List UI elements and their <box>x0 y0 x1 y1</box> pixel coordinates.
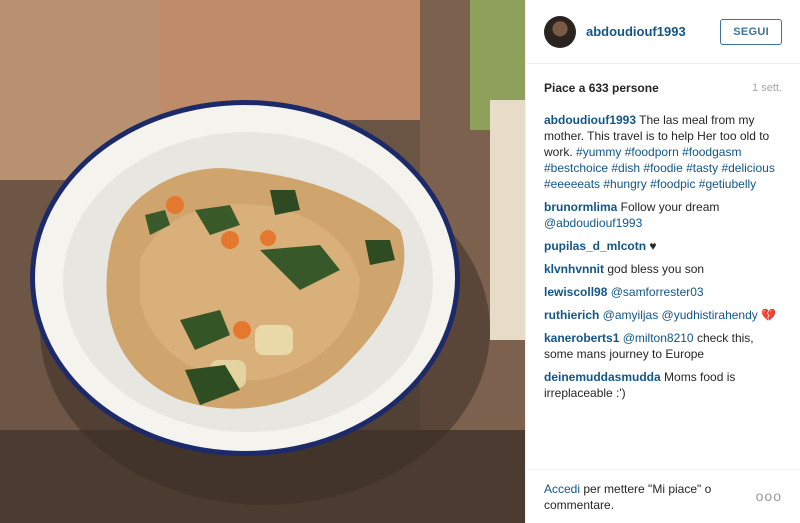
comment-username[interactable]: lewiscoll98 <box>544 285 607 299</box>
comment-mention[interactable]: @milton8210 <box>619 331 694 345</box>
comment-item: lewiscoll98 @samforrester03 <box>544 284 782 300</box>
comment-item: deinemuddasmudda Moms food is irreplacea… <box>544 369 782 401</box>
user-avatar[interactable] <box>544 15 576 48</box>
comment-username[interactable]: ruthierich <box>544 308 599 322</box>
comment-mention[interactable]: @samforrester03 <box>607 285 704 299</box>
comment-item: kaneroberts1 @milton8210 check this, som… <box>544 330 782 362</box>
post-meta: Piace a 633 persone 1 sett. <box>526 64 800 112</box>
more-options-icon[interactable]: ooo <box>756 488 782 504</box>
comments-list: abdoudiouf1993 The las meal from my moth… <box>526 112 800 401</box>
post-photo[interactable] <box>0 0 525 523</box>
instagram-post: abdoudiouf1993 SEGUI Piace a 633 persone… <box>0 0 800 523</box>
comment-text: Follow your dream <box>617 200 720 214</box>
comment-text: 💔 <box>757 308 777 322</box>
comment-text: god bless you son <box>604 262 705 276</box>
caption: abdoudiouf1993 The las meal from my moth… <box>544 112 782 192</box>
post-time[interactable]: 1 sett. <box>752 82 782 94</box>
post-header: abdoudiouf1993 SEGUI <box>526 0 800 64</box>
caption-username[interactable]: abdoudiouf1993 <box>544 113 636 127</box>
food-photo-image <box>0 0 525 523</box>
comment-item: klvnhvnnit god bless you son <box>544 261 782 277</box>
login-link[interactable]: Accedi <box>544 482 580 496</box>
likes-count[interactable]: Piace a 633 persone <box>544 81 659 95</box>
follow-button[interactable]: SEGUI <box>720 18 782 45</box>
comment-username[interactable]: kaneroberts1 <box>544 331 619 345</box>
comment-username[interactable]: pupilas_d_mlcotn <box>544 239 646 253</box>
comment-username[interactable]: klvnhvnnit <box>544 262 604 276</box>
post-sidebar: abdoudiouf1993 SEGUI Piace a 633 persone… <box>525 0 800 523</box>
comment-username[interactable]: brunormlima <box>544 200 617 214</box>
comment-text: ♥ <box>646 239 657 253</box>
post-footer: Accedi per mettere "Mi piace" o commenta… <box>526 469 800 523</box>
comment-item: ruthierich @amyiljas @yudhistirahendy 💔 <box>544 307 782 323</box>
comment-mention[interactable]: @amyiljas @yudhistirahendy <box>599 308 758 322</box>
comment-mention[interactable]: @abdoudiouf1993 <box>544 216 642 230</box>
comment-username[interactable]: deinemuddasmudda <box>544 370 661 384</box>
comment-item: brunormlima Follow your dream @abdoudiou… <box>544 199 782 231</box>
comment-item: pupilas_d_mlcotn ♥ <box>544 238 782 254</box>
caption-hashtags[interactable]: #yummy #foodporn #foodgasm #bestchoice #… <box>544 145 775 191</box>
author-username[interactable]: abdoudiouf1993 <box>586 24 720 39</box>
